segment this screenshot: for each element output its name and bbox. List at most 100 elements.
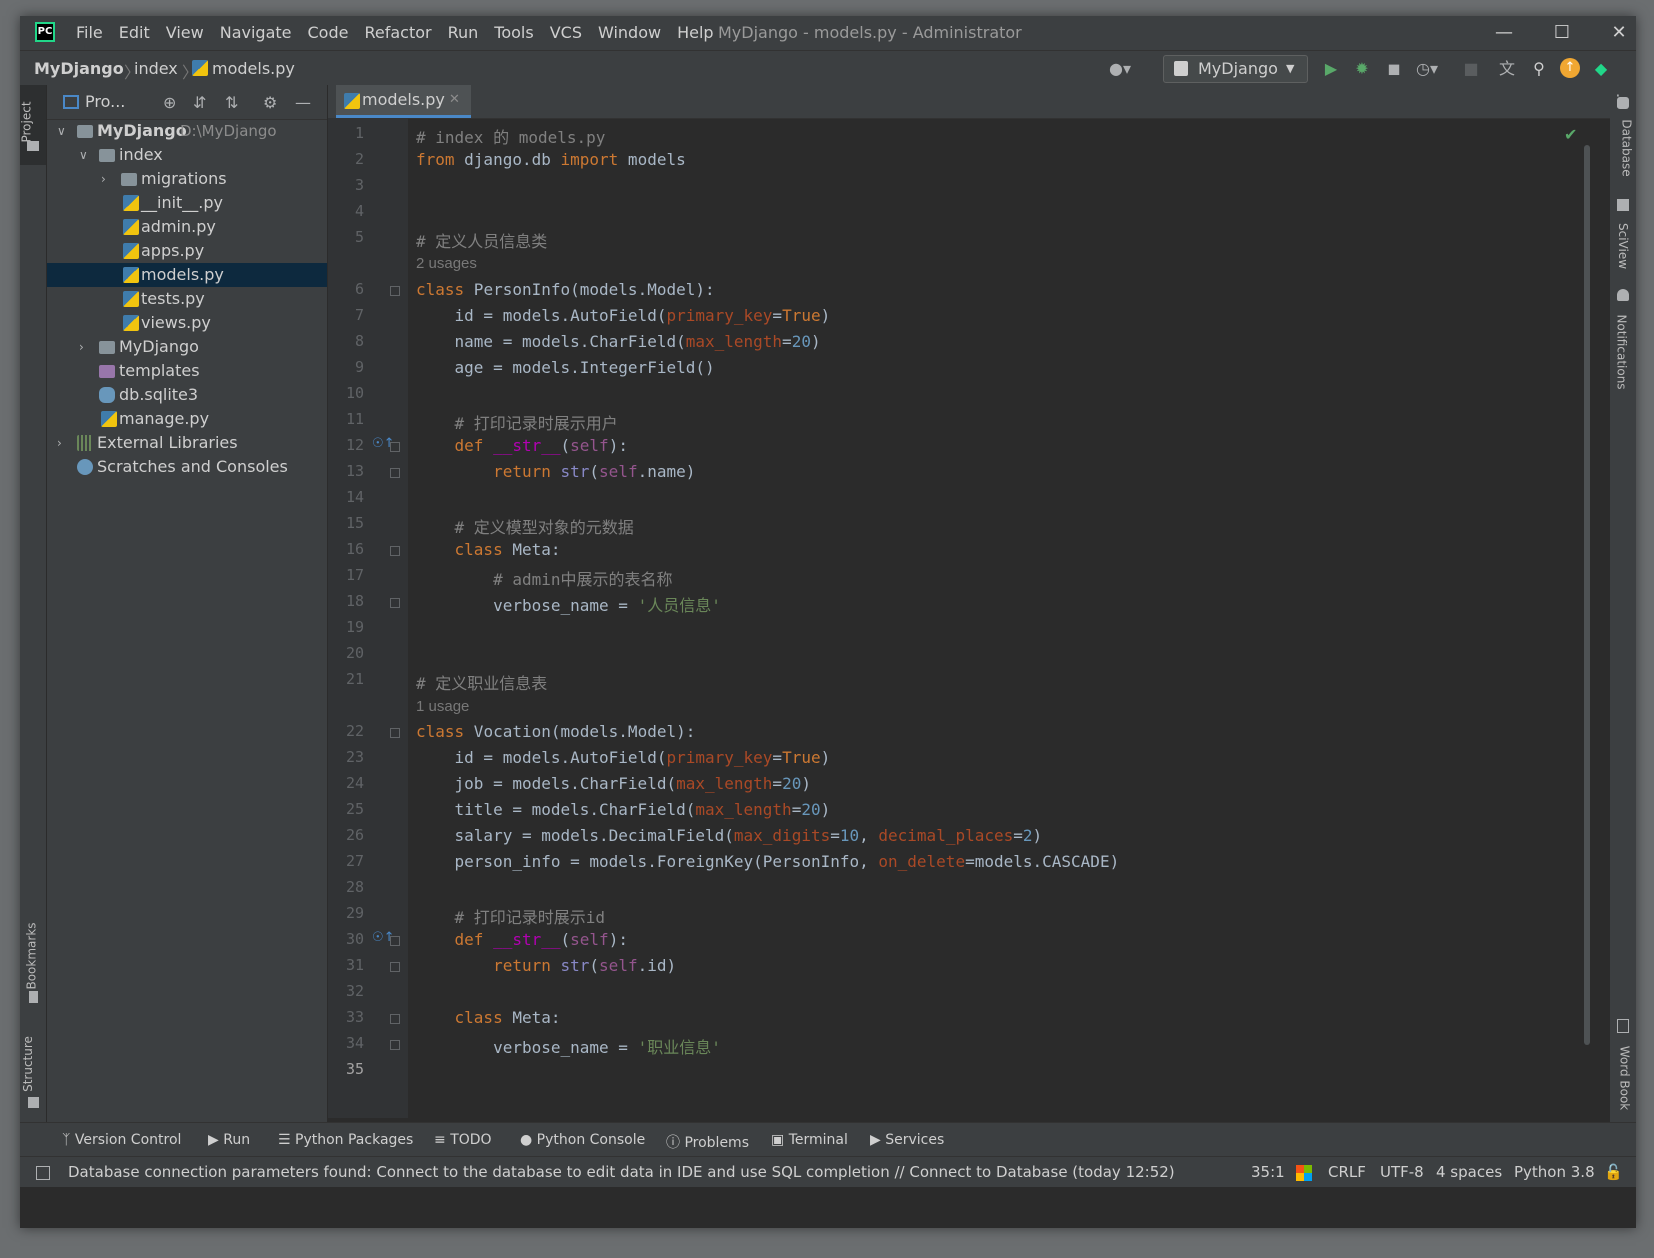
tool-run[interactable]: ▶ Run	[208, 1132, 250, 1148]
tool-python-console[interactable]: ● Python Console	[520, 1132, 645, 1148]
usages-hint[interactable]: 1 usage	[416, 698, 469, 715]
menu-refactor[interactable]: Refactor	[364, 23, 431, 42]
lock-icon[interactable]: 🔓	[1604, 1163, 1623, 1181]
menu-help[interactable]: Help	[677, 23, 713, 42]
tree-item-migrations[interactable]: › migrations	[47, 167, 327, 191]
fold-icon[interactable]	[390, 442, 400, 452]
status-message[interactable]: Database connection parameters found: Co…	[68, 1163, 1175, 1181]
translate-icon[interactable]: 文	[1496, 58, 1518, 80]
python-file-icon	[123, 219, 139, 235]
file-encoding[interactable]: UTF-8	[1380, 1163, 1424, 1181]
menu-run[interactable]: Run	[448, 23, 479, 42]
tree-item-models-py[interactable]: models.py	[47, 263, 327, 287]
chevron-down-icon: ▼	[1286, 62, 1295, 75]
fold-icon[interactable]	[390, 1040, 400, 1050]
coverage-icon[interactable]: ◼	[1383, 58, 1405, 80]
debug-icon[interactable]: ✹	[1351, 58, 1373, 80]
tool-label: Run	[223, 1132, 251, 1148]
locate-icon[interactable]: ⊕	[163, 93, 176, 112]
tool-todo[interactable]: ≡ TODO	[434, 1132, 492, 1148]
tree-item-external-libraries[interactable]: › External Libraries	[47, 431, 327, 455]
tree-item-mydjango-package[interactable]: › MyDjango	[47, 335, 327, 359]
tree-item-templates[interactable]: templates	[47, 359, 327, 383]
fold-icon[interactable]	[390, 546, 400, 556]
jetbrains-icon[interactable]: ◆	[1590, 58, 1612, 80]
tool-problems[interactable]: ⓘ Problems	[666, 1132, 749, 1152]
list-icon: ≡	[434, 1132, 451, 1148]
more-icon[interactable]: ⋮	[1610, 91, 1626, 110]
run-icon[interactable]: ▶	[1320, 58, 1342, 80]
collapse-all-icon[interactable]: ⇅	[225, 93, 238, 112]
fold-icon[interactable]	[390, 936, 400, 946]
expand-all-icon[interactable]: ⇵	[193, 93, 206, 112]
tree-item-views-py[interactable]: views.py	[47, 311, 327, 335]
line-number: 29	[345, 904, 364, 922]
menu-file[interactable]: File	[76, 23, 103, 42]
menu-navigate[interactable]: Navigate	[220, 23, 292, 42]
tool-services[interactable]: ▶ Services	[870, 1132, 944, 1148]
breadcrumb-project[interactable]: MyDjango	[34, 59, 124, 78]
fold-icon[interactable]	[390, 1014, 400, 1024]
tree-item-project-root[interactable]: ∨ MyDjango D:\MyDjango	[47, 119, 327, 143]
stop-icon[interactable]: ■	[1460, 58, 1482, 80]
line-separator[interactable]: CRLF	[1328, 1163, 1366, 1181]
tree-item-admin-py[interactable]: admin.py	[47, 215, 327, 239]
fold-icon[interactable]	[390, 962, 400, 972]
tree-item-manage-py[interactable]: manage.py	[47, 407, 327, 431]
editor-scrollbar[interactable]	[1584, 145, 1590, 1045]
menu-edit[interactable]: Edit	[119, 23, 150, 42]
code-line: class Meta:	[454, 540, 561, 559]
line-number: 15	[345, 514, 364, 532]
fold-icon[interactable]	[390, 468, 400, 478]
notifications-tool-button[interactable]: Notifications	[1610, 285, 1636, 395]
user-icon[interactable]: ●▾	[1109, 58, 1131, 80]
close-icon[interactable]: ✕	[1596, 20, 1636, 46]
wordbook-tool-button[interactable]: Word Book	[1610, 1015, 1636, 1115]
fold-icon[interactable]	[390, 598, 400, 608]
run-config-select[interactable]: MyDjango ▼	[1163, 55, 1308, 83]
tab-models-py[interactable]: models.py ✕	[336, 85, 471, 118]
indent-setting[interactable]: 4 spaces	[1436, 1163, 1502, 1181]
menu-view[interactable]: View	[166, 23, 204, 42]
profile-icon[interactable]: ◷▾	[1416, 58, 1438, 80]
structure-tool-button[interactable]: Structure	[20, 1025, 46, 1115]
tree-item-apps-py[interactable]: apps.py	[47, 239, 327, 263]
menu-window[interactable]: Window	[598, 23, 661, 42]
code-line: verbose_name = '人员信息'	[416, 596, 721, 615]
tool-version-control[interactable]: ᛉ Version Control	[62, 1132, 181, 1148]
caret-position[interactable]: 35:1	[1251, 1163, 1285, 1181]
gear-icon[interactable]: ⚙	[263, 93, 277, 112]
project-panel-title[interactable]: Pro...	[85, 92, 125, 111]
toggle-tool-windows-icon[interactable]	[36, 1166, 50, 1180]
tool-python-packages[interactable]: ☰ Python Packages	[278, 1132, 413, 1148]
tree-item-scratches[interactable]: Scratches and Consoles	[47, 455, 327, 479]
code-line: class Vocation(models.Model):	[416, 722, 696, 741]
code-line: title = models.CharField(max_length=20)	[416, 800, 831, 819]
tree-item-db-sqlite3[interactable]: db.sqlite3	[47, 383, 327, 407]
tool-terminal[interactable]: ▣ Terminal	[771, 1132, 848, 1148]
menu-code[interactable]: Code	[308, 23, 349, 42]
maximize-icon[interactable]: ☐	[1539, 20, 1585, 46]
close-tab-icon[interactable]: ✕	[449, 85, 460, 115]
sciview-tool-button[interactable]: SciView	[1610, 195, 1636, 275]
hide-panel-icon[interactable]: —	[295, 93, 311, 112]
python-interpreter[interactable]: Python 3.8	[1514, 1163, 1595, 1181]
fold-icon[interactable]	[390, 286, 400, 296]
fold-icon[interactable]	[390, 728, 400, 738]
tree-item-index[interactable]: ∨ index	[47, 143, 327, 167]
usages-hint[interactable]: 2 usages	[416, 255, 477, 272]
code-area[interactable]: # index 的 models.py from django.db impor…	[416, 118, 1566, 1118]
menu-vcs[interactable]: VCS	[550, 23, 582, 42]
search-icon[interactable]: ⚲	[1528, 58, 1550, 80]
check-icon[interactable]: ✔	[1564, 125, 1577, 144]
bookmarks-tool-button[interactable]: Bookmarks	[20, 915, 46, 1005]
project-tool-button[interactable]: Project	[20, 85, 46, 165]
line-number: 1	[354, 124, 364, 142]
breadcrumb-index[interactable]: index	[134, 59, 178, 78]
menu-tools[interactable]: Tools	[494, 23, 533, 42]
tree-item-tests-py[interactable]: tests.py	[47, 287, 327, 311]
breadcrumb-file[interactable]: models.py	[212, 59, 295, 78]
minimize-icon[interactable]: —	[1481, 20, 1527, 46]
update-icon[interactable]: ↑	[1560, 58, 1580, 78]
tree-item-init-py[interactable]: __init__.py	[47, 191, 327, 215]
